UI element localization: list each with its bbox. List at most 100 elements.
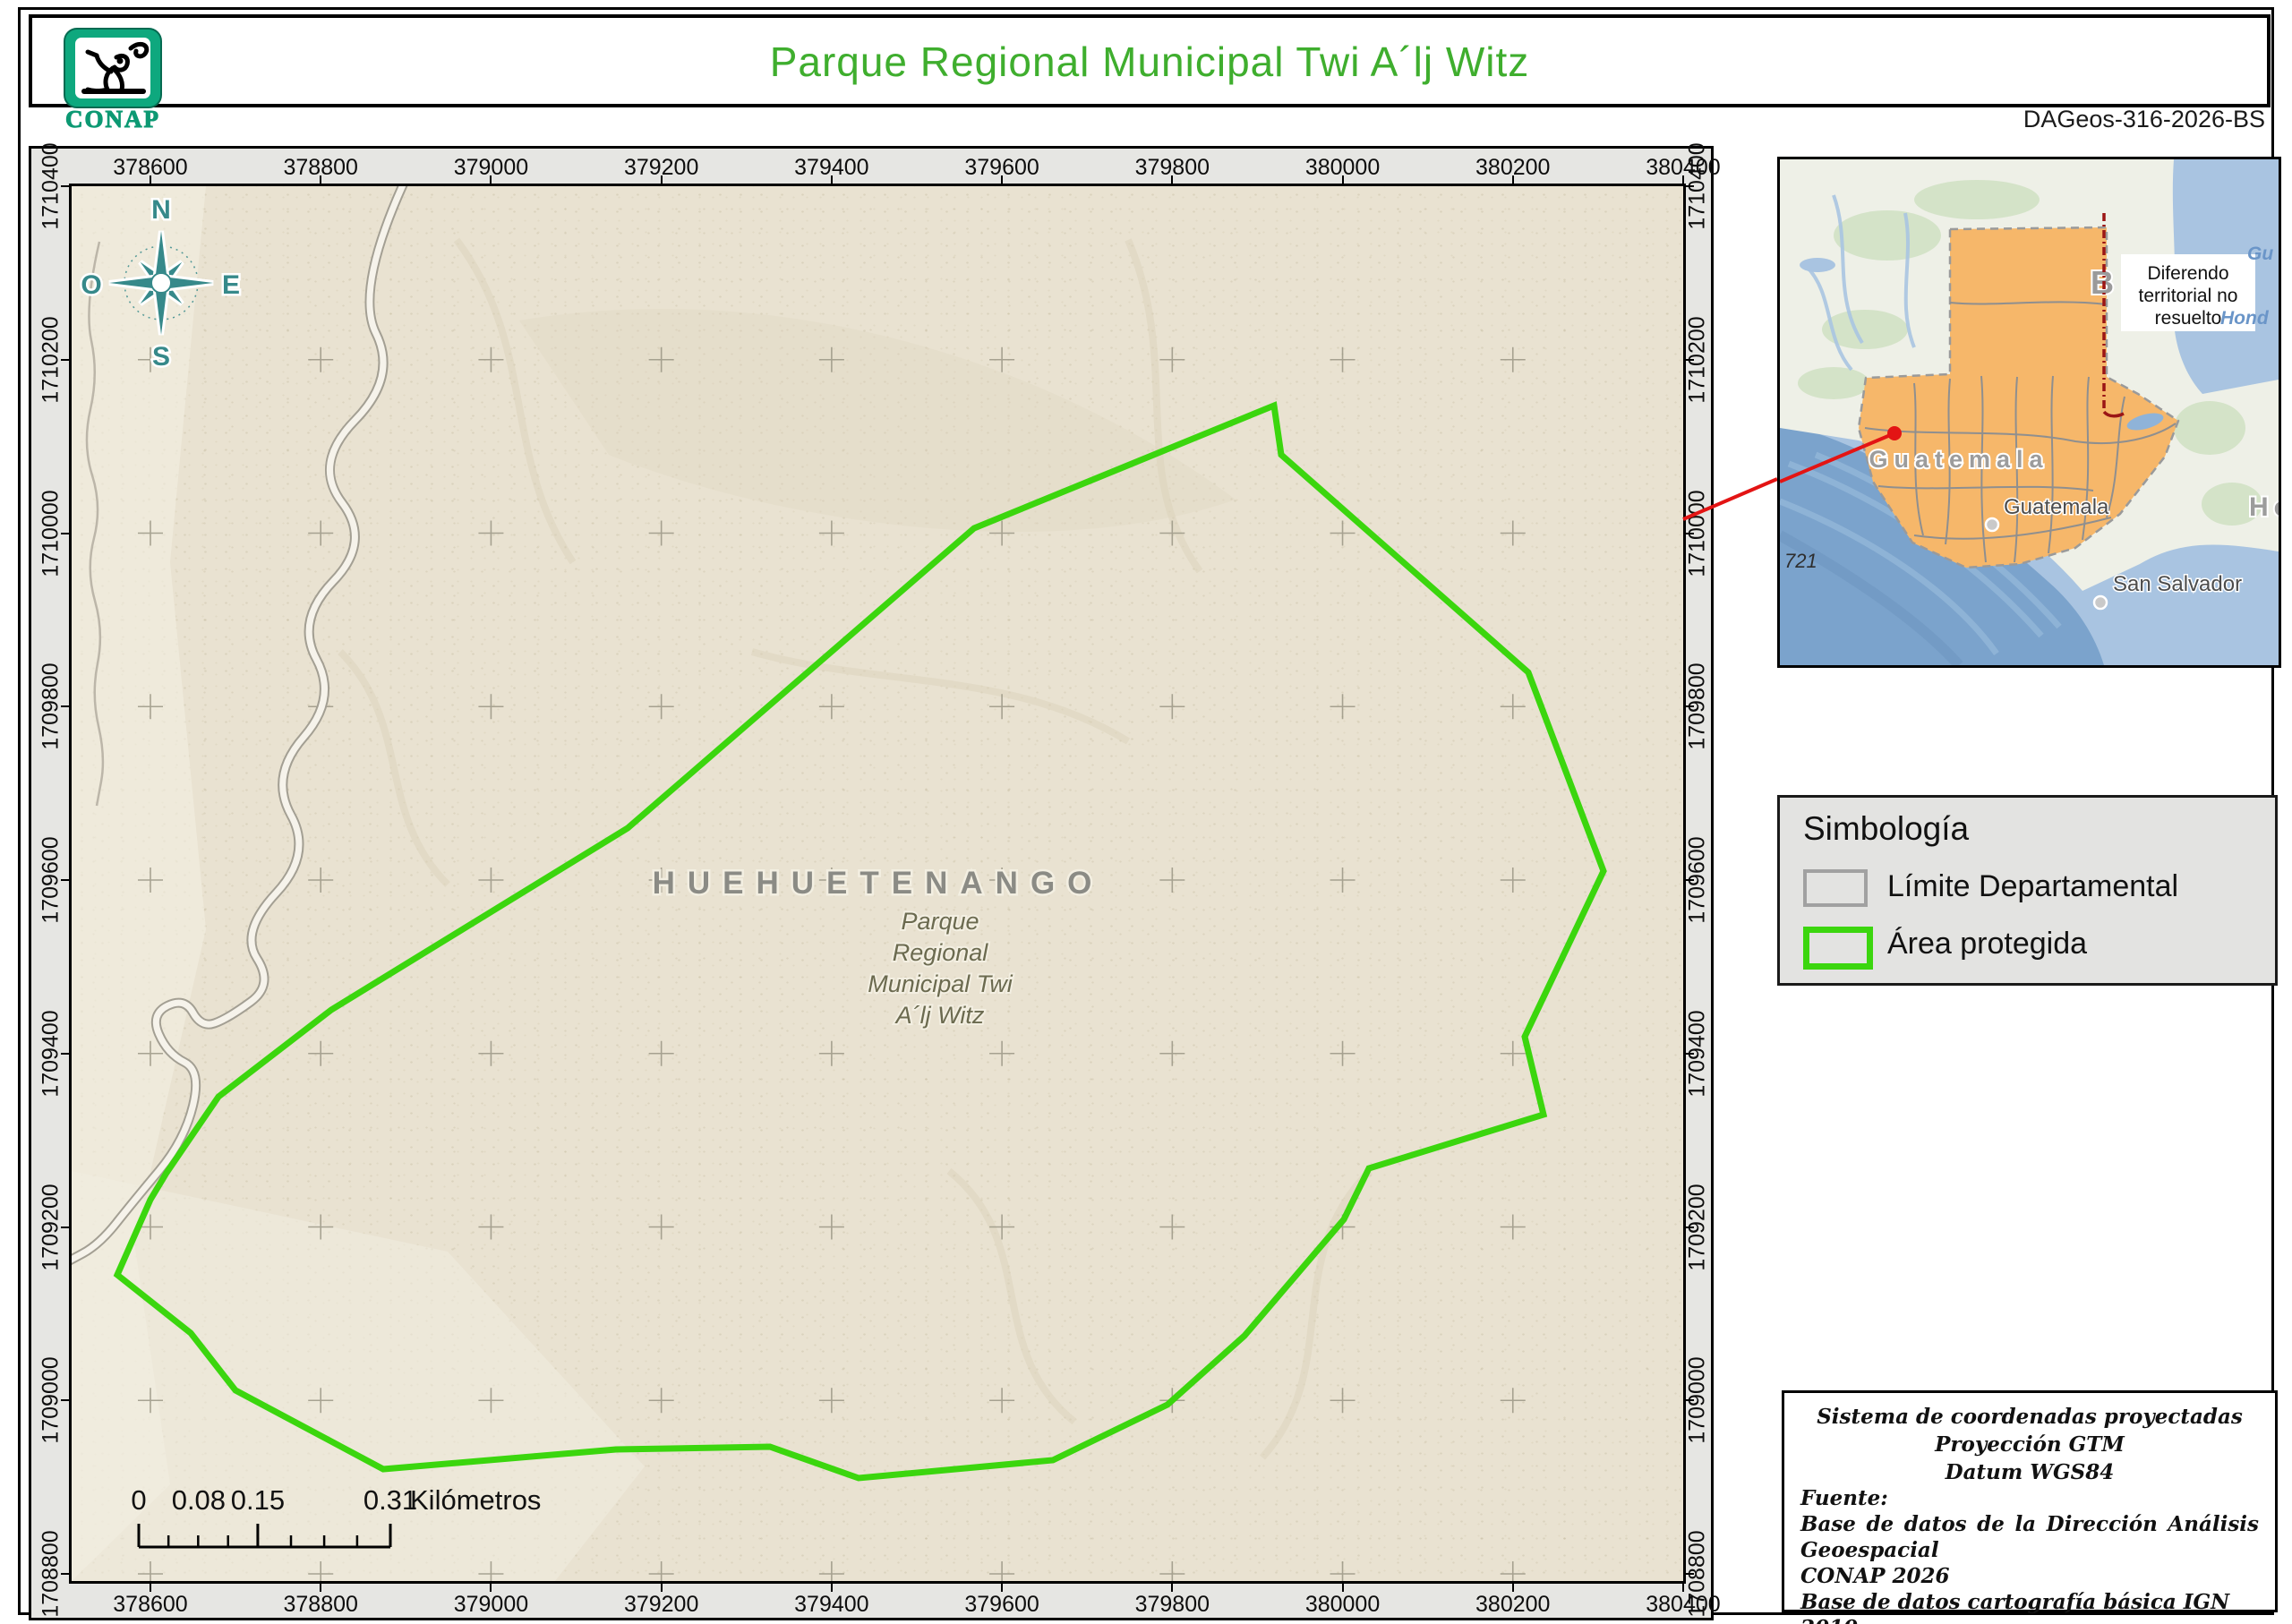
scale-bar-value: 0.15	[231, 1484, 285, 1516]
axis-label-easting: 379400	[794, 1592, 869, 1617]
axis-tick	[1511, 175, 1514, 186]
park-name-label: Parque	[901, 908, 979, 935]
scale-bar-value: 0	[131, 1484, 146, 1516]
axis-tick	[1683, 185, 1694, 187]
axis-tick	[830, 1581, 833, 1592]
axis-label-easting: 378800	[283, 1592, 358, 1617]
terrain-crease	[750, 648, 1131, 745]
compass-cardinal-label: E	[222, 270, 240, 300]
axis-tick	[1683, 1399, 1694, 1402]
axis-label-easting: 379600	[964, 1592, 1039, 1617]
map-canvas: HUEHUETENANGO Parque Regional Municipal Twi…	[72, 186, 1683, 1581]
axis-tick	[61, 532, 72, 534]
axis-tick	[490, 1581, 492, 1592]
axis-tick	[61, 1573, 72, 1575]
axis-tick	[61, 705, 72, 708]
axis-tick	[1683, 705, 1694, 708]
crs-line: Datum WGS84	[1945, 1460, 2115, 1484]
park-name-label: A´lj Witz	[894, 1002, 985, 1029]
axis-tick	[660, 1581, 663, 1592]
axis-tick	[1683, 1573, 1694, 1575]
compass-hub	[150, 272, 172, 294]
axis-tick	[150, 1581, 151, 1592]
compass-cardinal-label: S	[152, 342, 170, 372]
axis-tick	[1001, 1581, 1004, 1592]
axis-tick	[1683, 879, 1694, 881]
axis-tick	[1341, 1581, 1344, 1592]
axis-label-easting: 380200	[1475, 1592, 1551, 1617]
axis-tick	[61, 1226, 72, 1228]
san-salvador-dot	[2092, 594, 2108, 611]
dispute-note-text: resuelto	[2155, 308, 2222, 329]
honduras-water-label-fragment: Hond	[2220, 308, 2270, 329]
axis-tick	[61, 1052, 72, 1055]
terrain-crease	[453, 237, 577, 565]
inset-map-graphics: B Diferendoterritorial noresuelto Guatemal…	[1780, 159, 2279, 665]
axis-tick	[61, 1399, 72, 1402]
country-label: Guatemala	[1869, 446, 2048, 473]
conap-monkey-icon	[64, 28, 162, 108]
axis-label-easting: 379000	[453, 1592, 529, 1617]
crs-line: Sistema de coordenadas proyectadas	[1817, 1405, 2243, 1429]
compass-cardinal-label: O	[81, 270, 101, 300]
axis-tick	[61, 185, 72, 187]
belize-label-fragment: B	[2091, 264, 2114, 301]
axis-tick	[1683, 358, 1694, 361]
crs-line: Proyección GTM	[1935, 1432, 2125, 1457]
terrain-crease	[946, 1167, 1077, 1425]
source-line: CONAP 2026	[1800, 1564, 1950, 1588]
terrain-patch	[519, 308, 1236, 533]
axis-tick	[1341, 175, 1344, 186]
conap-logo-text: CONAP	[65, 106, 160, 133]
terrain-crease	[338, 649, 450, 887]
scale-bar-unit: Kilómetros	[410, 1484, 541, 1516]
san-salvador-label: San Salvador	[2113, 572, 2242, 596]
vegetation-patch	[1798, 367, 1869, 399]
honduras-land-label-fragment: Ho	[2249, 492, 2279, 522]
map-frame: HUEHUETENANGO Parque Regional Municipal Twi…	[29, 142, 1721, 1620]
park-name-label: Municipal Twi	[868, 970, 1013, 997]
map-sheet: CONAP Parque Regional Municipal Twi A´lj…	[0, 0, 2292, 1624]
axis-tick	[490, 175, 492, 186]
source-label: Fuente:	[1800, 1486, 1888, 1510]
inset-pointer-line	[1682, 477, 1778, 521]
axis-label-easting: 380000	[1304, 1592, 1381, 1617]
inset-locator-map: B Diferendo territorial no resuelto Guatemal…	[1777, 157, 2281, 668]
axis-tick	[1511, 1581, 1514, 1592]
axis-tick	[1683, 1226, 1694, 1228]
vegetation-patch	[1914, 180, 2040, 219]
departmental-limit-swatch	[1803, 869, 1868, 907]
axis-label-northing: 1708800	[38, 1530, 64, 1618]
depth-label: 721	[1784, 550, 1817, 572]
vegetation-patch	[1834, 210, 1941, 261]
document-code: DAGeos-316-2026-BS	[2023, 106, 2265, 132]
park-name-label: Regional	[893, 939, 989, 966]
terrain-patch	[72, 1171, 645, 1581]
axis-tick	[830, 175, 833, 186]
compass-cardinal-label: N	[151, 195, 171, 225]
header: CONAP Parque Regional Municipal Twi A´lj…	[29, 14, 2271, 133]
page-title: Parque Regional Municipal Twi A´lj Witz	[769, 38, 1530, 85]
axis-label-northing: 1708800	[1684, 1530, 1710, 1618]
axis-label-easting: 379200	[623, 1592, 699, 1617]
legend-item-label: Límite Departamental	[1887, 869, 2179, 903]
axis-tick	[61, 358, 72, 361]
legend-item-label: Área protegida	[1887, 927, 2088, 961]
source-info-box: Sistema de coordenadas proyectadas Proye…	[1782, 1390, 2278, 1624]
gulf-label-fragment: Gu	[2247, 244, 2273, 264]
axis-tick	[1171, 175, 1174, 186]
axis-tick	[1683, 1052, 1694, 1055]
axis-label-easting: 378600	[113, 1592, 188, 1617]
axis-tick	[320, 175, 322, 186]
capital-city-label: Guatemala	[2004, 495, 2109, 519]
axis-tick	[1001, 175, 1004, 186]
dispute-note-text: territorial no	[2139, 286, 2238, 306]
axis-tick	[320, 1581, 322, 1592]
axis-tick	[660, 175, 663, 186]
source-line: Base de datos cartografía básica IGN 201…	[1800, 1590, 2230, 1624]
legend: Simbología Límite Departamental Área pro…	[1777, 795, 2278, 986]
department-label: HUEHUETENANGO	[653, 866, 1105, 901]
capital-city-dot	[1984, 517, 2000, 533]
dispute-note-text: Diferendo	[2147, 263, 2228, 284]
conap-logo: CONAP	[61, 27, 168, 133]
